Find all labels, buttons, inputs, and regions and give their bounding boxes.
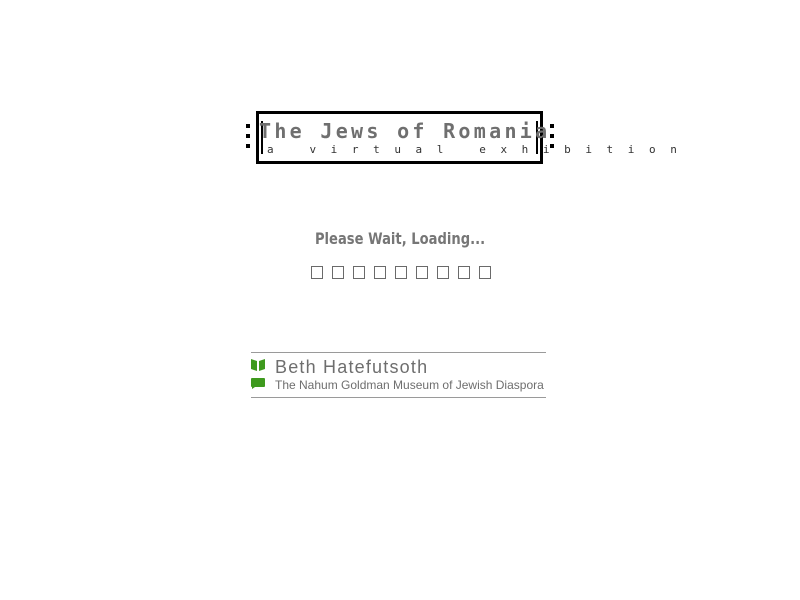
progress-segment: [395, 266, 407, 279]
exhibition-title: The Jews of Romania: [259, 119, 551, 143]
title-right-dots: [550, 124, 554, 152]
progress-segment: [374, 266, 386, 279]
loading-progress-bar: [311, 266, 493, 280]
progress-segment: [479, 266, 491, 279]
museum-full-name: The Nahum Goldman Museum of Jewish Diasp…: [275, 378, 544, 392]
exhibition-title-logo: The Jews of Romania a virtual exhibition: [256, 111, 692, 164]
speech-bubble-icon: [251, 378, 265, 389]
progress-segment: [437, 266, 449, 279]
progress-segment: [332, 266, 344, 279]
progress-segment: [311, 266, 323, 279]
progress-segment: [416, 266, 428, 279]
progress-segment: [458, 266, 470, 279]
book-icon: [251, 359, 265, 371]
exhibition-subtitle: a virtual exhibition: [267, 143, 692, 156]
loading-screen: The Jews of Romania a virtual exhibition…: [0, 0, 800, 600]
loading-message: Please Wait, Loading...: [314, 229, 486, 248]
museum-logo: Beth Hatefutsoth The Nahum Goldman Museu…: [251, 352, 546, 398]
title-left-dots: [246, 124, 250, 152]
progress-segment: [353, 266, 365, 279]
museum-name: Beth Hatefutsoth: [275, 357, 429, 377]
